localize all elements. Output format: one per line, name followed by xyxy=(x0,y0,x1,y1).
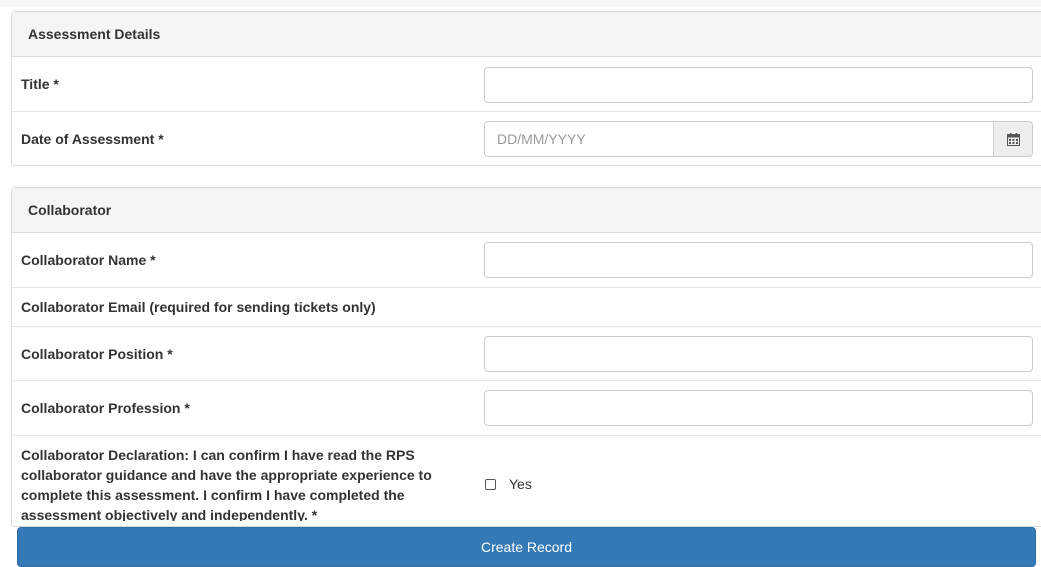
calendar-icon[interactable] xyxy=(993,121,1033,157)
collaborator-profession-input[interactable] xyxy=(484,390,1033,426)
title-input[interactable] xyxy=(484,67,1033,103)
date-input-group: DD/MM/YYYY xyxy=(484,121,1033,157)
collaborator-position-input[interactable] xyxy=(484,336,1033,372)
collaborator-heading: Collaborator xyxy=(12,188,1041,233)
date-row: Date of Assessment * DD/MM/YYYY xyxy=(12,112,1041,165)
collaborator-name-label: Collaborator Name * xyxy=(21,252,156,268)
declaration-yes-option[interactable]: Yes xyxy=(485,476,532,492)
collaborator-profession-row: Collaborator Profession * xyxy=(12,381,1041,436)
collaborator-position-label: Collaborator Position * xyxy=(21,345,173,362)
collaborator-position-row: Collaborator Position * xyxy=(12,327,1041,381)
date-input[interactable]: DD/MM/YYYY xyxy=(484,121,993,157)
declaration-checkbox[interactable] xyxy=(485,478,496,490)
assessment-details-panel: Assessment Details Title * Date of Asses… xyxy=(11,11,1041,166)
collaborator-declaration-label: Collaborator Declaration: I can confirm … xyxy=(21,447,432,521)
title-row: Title * xyxy=(12,57,1041,112)
collaborator-panel: Collaborator Collaborator Name * Collabo… xyxy=(11,187,1041,527)
collaborator-name-input[interactable] xyxy=(484,242,1033,278)
title-label: Title * xyxy=(21,76,59,92)
collaborator-email-label: Collaborator Email (required for sending… xyxy=(21,299,376,315)
declaration-yes-label: Yes xyxy=(509,476,532,492)
collaborator-email-row: Collaborator Email (required for sending… xyxy=(12,288,1041,327)
collaborator-name-row: Collaborator Name * xyxy=(12,233,1041,288)
top-strip xyxy=(0,0,1041,7)
collaborator-profession-label: Collaborator Profession * xyxy=(21,400,190,416)
date-label: Date of Assessment * xyxy=(21,130,164,147)
assessment-details-heading: Assessment Details xyxy=(12,12,1041,57)
collaborator-declaration-row: Collaborator Declaration: I can confirm … xyxy=(12,436,1041,521)
create-record-button[interactable]: Create Record xyxy=(17,527,1036,567)
